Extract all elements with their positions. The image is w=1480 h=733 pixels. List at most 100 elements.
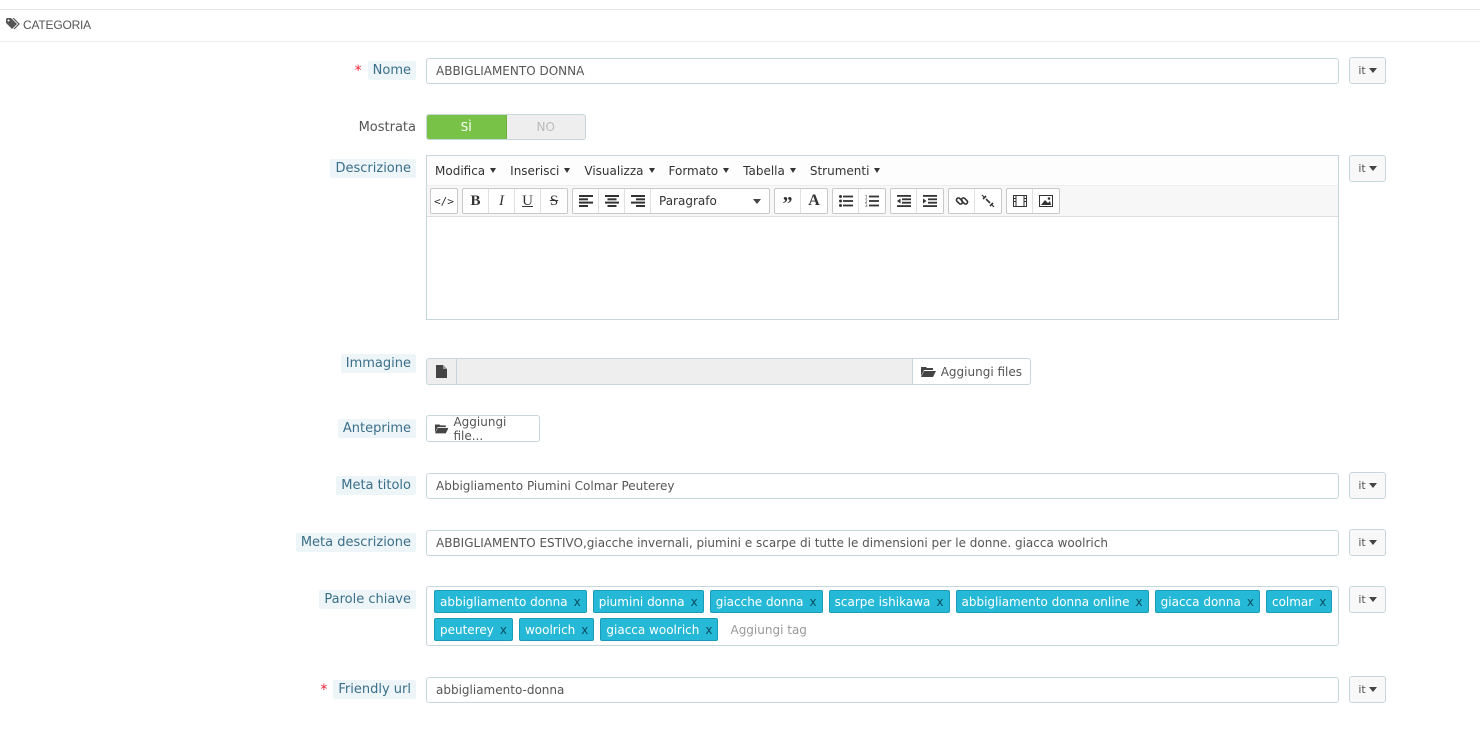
caret-down-icon bbox=[874, 168, 881, 173]
indent-icon[interactable] bbox=[917, 189, 943, 213]
remove-tag-icon[interactable]: x bbox=[1247, 595, 1254, 609]
text-color-icon[interactable]: A bbox=[801, 189, 827, 213]
image-file-name-field[interactable] bbox=[456, 358, 913, 385]
editor-menubar: Modifica Inserisci Visualizza Formato Ta… bbox=[427, 156, 1338, 186]
folder-open-icon bbox=[920, 367, 936, 377]
code-icon[interactable]: </> bbox=[431, 189, 457, 213]
menu-tools[interactable]: Strumenti bbox=[810, 164, 881, 178]
add-tag-input[interactable]: Aggiungi tag bbox=[724, 618, 806, 641]
displayed-label-text: Mostrata bbox=[358, 120, 416, 135]
thumbnails-label-text[interactable]: Anteprime bbox=[337, 419, 416, 438]
switch-yes-option[interactable]: SÌ bbox=[427, 115, 507, 139]
keywords-tag-input[interactable]: abbigliamento donna x piumini donna x giac… bbox=[426, 586, 1339, 646]
toolbar-group-quote: ” A bbox=[774, 188, 828, 214]
name-label-text[interactable]: Nome bbox=[367, 61, 416, 80]
image-icon[interactable] bbox=[1033, 189, 1059, 213]
lang-code: it bbox=[1358, 479, 1366, 492]
menu-format[interactable]: Formato bbox=[669, 164, 730, 178]
unlink-icon[interactable] bbox=[975, 189, 1001, 213]
meta-title-input[interactable]: Abbigliamento Piumini Colmar Peuterey bbox=[426, 473, 1339, 499]
numbered-list-icon[interactable]: 123 bbox=[859, 189, 885, 213]
friendly-url-label: * Friendly url bbox=[320, 680, 416, 699]
meta-description-lang-dropdown[interactable]: it bbox=[1349, 529, 1386, 556]
caret-down-icon bbox=[490, 168, 497, 173]
add-files-button[interactable]: Aggiungi files bbox=[912, 358, 1031, 385]
blockquote-icon[interactable]: ” bbox=[775, 189, 801, 214]
switch-no-option[interactable]: NO bbox=[507, 115, 586, 139]
keywords-label: Parole chiave bbox=[319, 590, 416, 609]
caret-down-icon bbox=[753, 198, 761, 204]
bullet-list-icon[interactable] bbox=[833, 189, 859, 213]
remove-tag-icon[interactable]: x bbox=[705, 623, 712, 637]
keyword-tag: giacca woolrich x bbox=[600, 618, 719, 641]
keywords-label-text[interactable]: Parole chiave bbox=[319, 590, 416, 609]
meta-description-label-text[interactable]: Meta descrizione bbox=[295, 533, 416, 552]
thumbnails-label: Anteprime bbox=[337, 419, 416, 438]
tag-icon bbox=[6, 18, 20, 30]
outdent-icon[interactable] bbox=[891, 189, 917, 213]
meta-description-input[interactable]: ABBIGLIAMENTO ESTIVO,giacche invernali, … bbox=[426, 530, 1339, 556]
displayed-label: Mostrata bbox=[359, 120, 416, 135]
toolbar-group-align: Paragrafo bbox=[572, 188, 770, 214]
align-center-icon[interactable] bbox=[599, 189, 625, 213]
menu-table[interactable]: Tabella bbox=[743, 164, 796, 178]
menu-edit[interactable]: Modifica bbox=[435, 164, 497, 178]
keyword-tag: abbigliamento donna online x bbox=[955, 590, 1149, 613]
italic-icon[interactable]: I bbox=[489, 189, 515, 213]
underline-icon[interactable]: U bbox=[515, 189, 541, 213]
toolbar-group-style: B I U S bbox=[462, 188, 568, 214]
friendly-url-lang-dropdown[interactable]: it bbox=[1349, 676, 1386, 703]
displayed-switch[interactable]: SÌ NO bbox=[426, 114, 586, 140]
keyword-tag: woolrich x bbox=[518, 618, 595, 641]
description-lang-dropdown[interactable]: it bbox=[1349, 155, 1386, 182]
menu-view[interactable]: Visualizza bbox=[584, 164, 655, 178]
caret-down-icon bbox=[1368, 597, 1377, 602]
name-input[interactable]: ABBIGLIAMENTO DONNA bbox=[426, 58, 1339, 84]
remove-tag-icon[interactable]: x bbox=[810, 595, 817, 609]
align-left-icon[interactable] bbox=[573, 189, 599, 213]
name-lang-dropdown[interactable]: it bbox=[1349, 57, 1386, 84]
add-file-button[interactable]: Aggiungi file... bbox=[426, 415, 540, 443]
caret-down-icon bbox=[1368, 68, 1377, 73]
toolbar-group-media bbox=[1006, 188, 1060, 214]
meta-title-lang-dropdown[interactable]: it bbox=[1349, 472, 1386, 499]
remove-tag-icon[interactable]: x bbox=[500, 623, 507, 637]
keyword-tag: abbigliamento donna x bbox=[434, 590, 587, 613]
bold-icon[interactable]: B bbox=[463, 189, 489, 213]
remove-tag-icon[interactable]: x bbox=[1319, 595, 1326, 609]
meta-title-label-text[interactable]: Meta titolo bbox=[336, 476, 416, 495]
media-icon[interactable] bbox=[1007, 189, 1033, 213]
remove-tag-icon[interactable]: x bbox=[936, 595, 943, 609]
remove-tag-icon[interactable]: x bbox=[1136, 595, 1143, 609]
file-icon bbox=[426, 358, 456, 385]
remove-tag-icon[interactable]: x bbox=[581, 623, 588, 637]
meta-title-label: Meta titolo bbox=[336, 476, 416, 495]
lang-code: it bbox=[1358, 536, 1366, 549]
keywords-lang-dropdown[interactable]: it bbox=[1349, 586, 1386, 613]
editor-toolbar: </> B I U S Paragrafo ” A 123 bbox=[427, 186, 1338, 217]
friendly-url-input[interactable]: abbigliamento-donna bbox=[426, 677, 1339, 703]
image-label-text[interactable]: Immagine bbox=[340, 354, 416, 373]
remove-tag-icon[interactable]: x bbox=[574, 595, 581, 609]
description-rich-text-editor[interactable]: Modifica Inserisci Visualizza Formato Ta… bbox=[426, 155, 1339, 320]
toolbar-group-indent bbox=[890, 188, 944, 214]
image-label: Immagine bbox=[340, 354, 416, 373]
lang-code: it bbox=[1358, 64, 1366, 77]
required-marker: * bbox=[354, 62, 362, 79]
strikethrough-icon[interactable]: S bbox=[541, 189, 567, 213]
friendly-url-label-text[interactable]: Friendly url bbox=[333, 680, 416, 699]
align-right-icon[interactable] bbox=[625, 189, 651, 213]
keyword-tag: scarpe ishikawa x bbox=[828, 590, 950, 613]
remove-tag-icon[interactable]: x bbox=[691, 595, 698, 609]
keyword-tag: peuterey x bbox=[434, 618, 513, 641]
format-select[interactable]: Paragrafo bbox=[651, 189, 769, 213]
editor-content-area[interactable] bbox=[427, 217, 1338, 321]
link-icon[interactable] bbox=[949, 189, 975, 213]
name-label: * Nome bbox=[355, 61, 416, 80]
lang-code: it bbox=[1358, 162, 1366, 175]
description-label-text[interactable]: Descrizione bbox=[330, 159, 416, 178]
svg-text:3: 3 bbox=[865, 203, 868, 207]
panel-heading: CATEGORIA bbox=[0, 10, 1480, 42]
menu-insert[interactable]: Inserisci bbox=[510, 164, 571, 178]
caret-down-icon bbox=[723, 168, 730, 173]
